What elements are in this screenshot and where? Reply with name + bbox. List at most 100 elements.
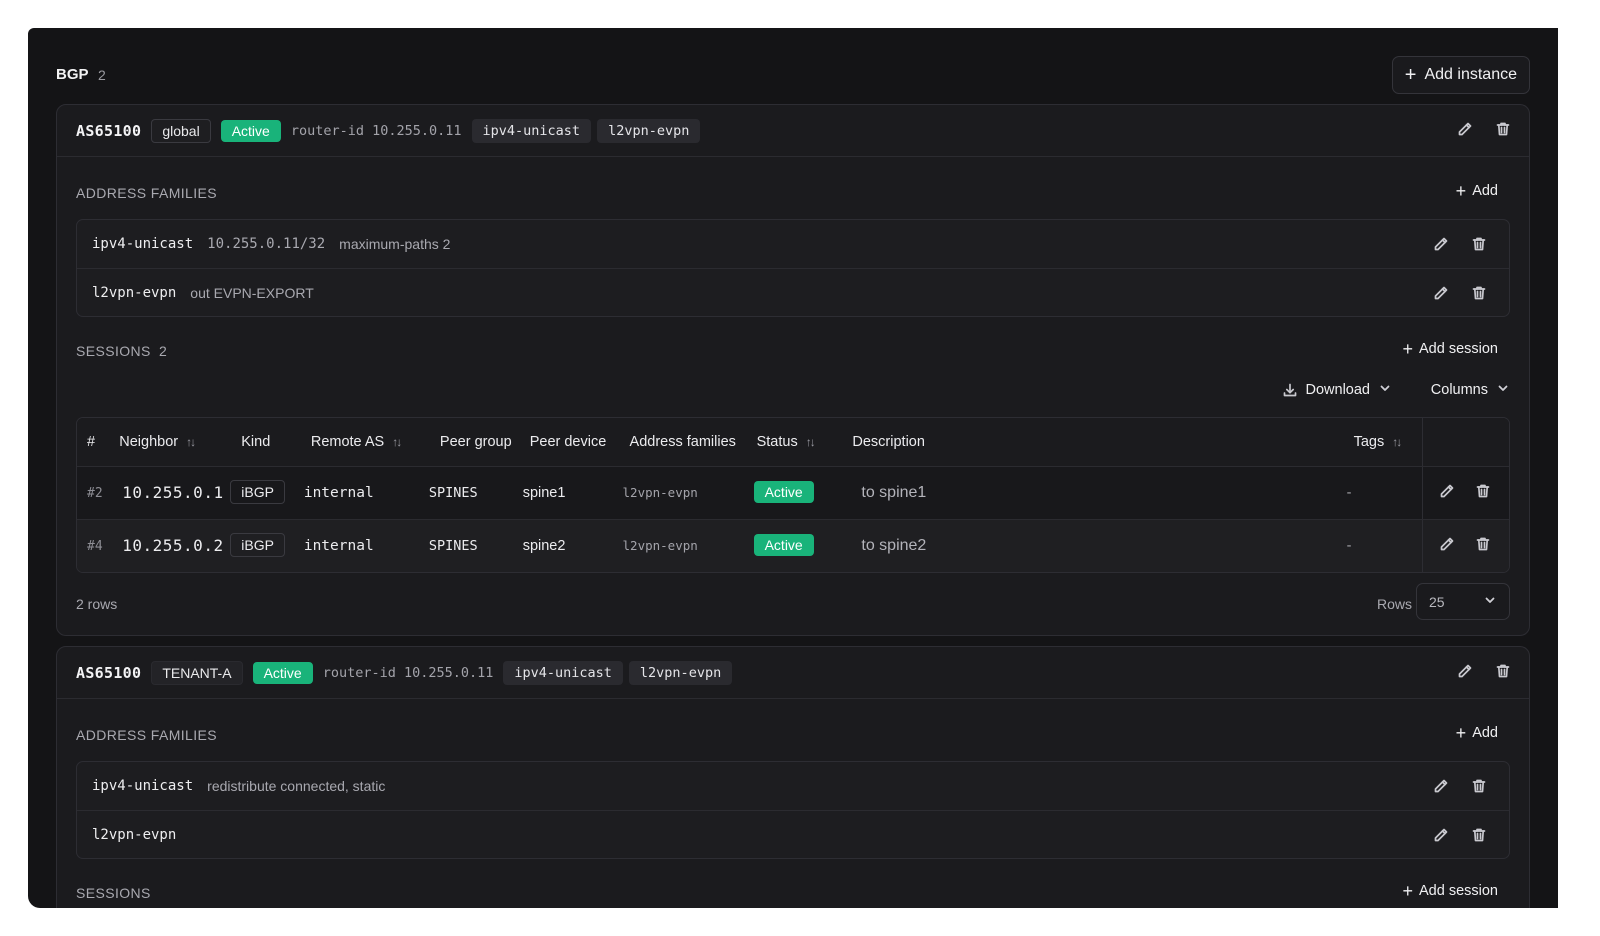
add-instance-label: Add instance [1424, 66, 1517, 83]
col-header-neighbor[interactable]: Neighbor ↑↓ [108, 418, 231, 467]
add-label: Add [1472, 725, 1498, 741]
af-detail: out EVPN-EXPORT [190, 284, 314, 301]
bgp-header: BGP 2 + Add instance [56, 56, 1530, 94]
session-families: l2vpn-evpn [622, 484, 698, 500]
peer-group: SPINES [428, 537, 478, 554]
af-prefix: 10.255.0.11/32 [207, 236, 326, 252]
col-header-address-families: Address families [622, 418, 750, 467]
af-name: l2vpn-evpn [92, 284, 177, 301]
family-chip: l2vpn-evpn [628, 660, 733, 685]
status-badge: Active [753, 534, 814, 557]
pencil-icon[interactable] [1457, 121, 1473, 137]
af-name: ipv4-unicast [92, 778, 194, 794]
table-row[interactable]: #2 10.255.0.1 iBGP internal SPINES spine… [77, 466, 1509, 520]
sort-icon[interactable]: ↑↓ [186, 435, 196, 449]
plus-icon: + [1455, 181, 1467, 201]
sort-icon[interactable]: ↑↓ [806, 435, 816, 449]
chevron-down-icon [1483, 593, 1497, 610]
add-label: Add [1472, 183, 1498, 199]
row-number: #4 [87, 538, 103, 554]
neighbor-ip: 10.255.0.2 [122, 536, 224, 556]
pencil-icon[interactable] [1433, 827, 1449, 843]
rows-per-page-select[interactable]: 25 [1416, 583, 1510, 620]
instance-asn: AS65100 [76, 663, 142, 682]
session-description: to spine2 [861, 536, 927, 554]
pencil-icon[interactable] [1433, 236, 1449, 252]
router-id: router-id 10.255.0.11 [322, 664, 494, 681]
add-session-button[interactable]: + Add session [1402, 339, 1498, 359]
family-chip: ipv4-unicast [503, 660, 623, 685]
status-badge: Active [753, 481, 814, 503]
trash-icon[interactable] [1475, 483, 1491, 499]
plus-icon: + [1402, 339, 1413, 359]
instance-vrf-badge: global [151, 118, 211, 143]
bgp-instance-card: AS65100 TENANT-A Active router-id 10.255… [56, 646, 1530, 908]
pencil-icon[interactable] [1433, 285, 1449, 301]
col-header-tags[interactable]: Tags ↑↓ [1346, 418, 1423, 467]
session-description: to spine1 [861, 483, 927, 501]
trash-icon[interactable] [1471, 285, 1487, 301]
col-header-peer-device: Peer device [522, 418, 623, 467]
sessions-label: SESSIONS [76, 343, 151, 359]
pencil-icon[interactable] [1439, 536, 1455, 552]
plus-icon: + [1455, 723, 1467, 743]
list-item: l2vpn-evpn out EVPN-EXPORT [77, 268, 1509, 316]
address-families-label: ADDRESS FAMILIES [76, 727, 217, 743]
sessions-section-header: SESSIONS + Add session [76, 881, 1510, 905]
table-footer: 2 rows Rows 25 [76, 583, 1510, 623]
family-chip: ipv4-unicast [471, 118, 592, 143]
session-tags: - [1346, 484, 1352, 501]
instance-header: AS65100 TENANT-A Active router-id 10.255… [57, 647, 1529, 699]
col-header-tags-label: Tags [1353, 433, 1385, 450]
kind-badge: iBGP [230, 533, 285, 558]
instance-asn: AS65100 [76, 121, 142, 140]
af-name: l2vpn-evpn [92, 826, 177, 843]
trash-icon[interactable] [1471, 236, 1487, 252]
pencil-icon[interactable] [1457, 663, 1473, 679]
col-header-neighbor-label: Neighbor [119, 433, 179, 450]
columns-button[interactable]: Columns [1431, 381, 1510, 399]
neighbor-ip: 10.255.0.1 [122, 483, 224, 502]
pencil-icon[interactable] [1439, 483, 1455, 499]
add-session-button[interactable]: + Add session [1402, 881, 1498, 901]
instance-vrf-badge: TENANT-A [151, 660, 243, 685]
add-address-family-button[interactable]: + Add [1455, 181, 1498, 201]
af-detail: redistribute connected, static [207, 778, 386, 794]
add-instance-button[interactable]: + Add instance [1391, 56, 1530, 94]
instance-header: AS65100 global Active router-id 10.255.0… [57, 105, 1529, 157]
address-families-section-header: ADDRESS FAMILIES + Add [76, 181, 1510, 205]
sort-icon[interactable]: ↑↓ [392, 435, 402, 449]
table-row[interactable]: #4 10.255.0.2 iBGP internal SPINES spine… [77, 519, 1509, 572]
peer-group: SPINES [428, 484, 478, 501]
col-header-status-label: Status [756, 433, 798, 450]
address-families-section-header: ADDRESS FAMILIES + Add [76, 723, 1510, 747]
col-header-description: Description [845, 418, 1347, 467]
col-header-remote-as[interactable]: Remote AS ↑↓ [299, 418, 429, 467]
sort-icon[interactable]: ↑↓ [1392, 435, 1402, 449]
col-header-status[interactable]: Status ↑↓ [749, 418, 846, 467]
plus-icon: + [1402, 881, 1413, 901]
col-header-actions [1421, 418, 1509, 467]
address-families-list: ipv4-unicast 10.255.0.11/32 maximum-path… [76, 219, 1510, 317]
address-families-label: ADDRESS FAMILIES [76, 185, 217, 201]
trash-icon[interactable] [1475, 536, 1491, 552]
peer-device: spine2 [522, 537, 566, 554]
col-header-remote-as-label: Remote AS [310, 433, 385, 450]
pencil-icon[interactable] [1433, 778, 1449, 794]
af-detail: maximum-paths 2 [339, 236, 451, 252]
download-button[interactable]: Download [1282, 381, 1393, 399]
add-address-family-button[interactable]: + Add [1455, 723, 1498, 743]
trash-icon[interactable] [1495, 121, 1511, 137]
sessions-table: # Neighbor ↑↓ Kind Remote AS ↑↓ Peer group… [76, 417, 1510, 573]
trash-icon[interactable] [1495, 663, 1511, 679]
trash-icon[interactable] [1471, 778, 1487, 794]
trash-icon[interactable] [1471, 827, 1487, 843]
columns-label: Columns [1430, 382, 1488, 398]
sessions-section-header: SESSIONS 2 + Add session [76, 339, 1510, 363]
plus-icon: + [1404, 64, 1417, 86]
download-icon [1282, 382, 1298, 398]
rows-per-page-value: 25 [1429, 593, 1445, 610]
rows-per-page-label: Rows [1376, 596, 1412, 612]
session-families: l2vpn-evpn [622, 537, 698, 553]
remote-as: internal [303, 484, 374, 501]
